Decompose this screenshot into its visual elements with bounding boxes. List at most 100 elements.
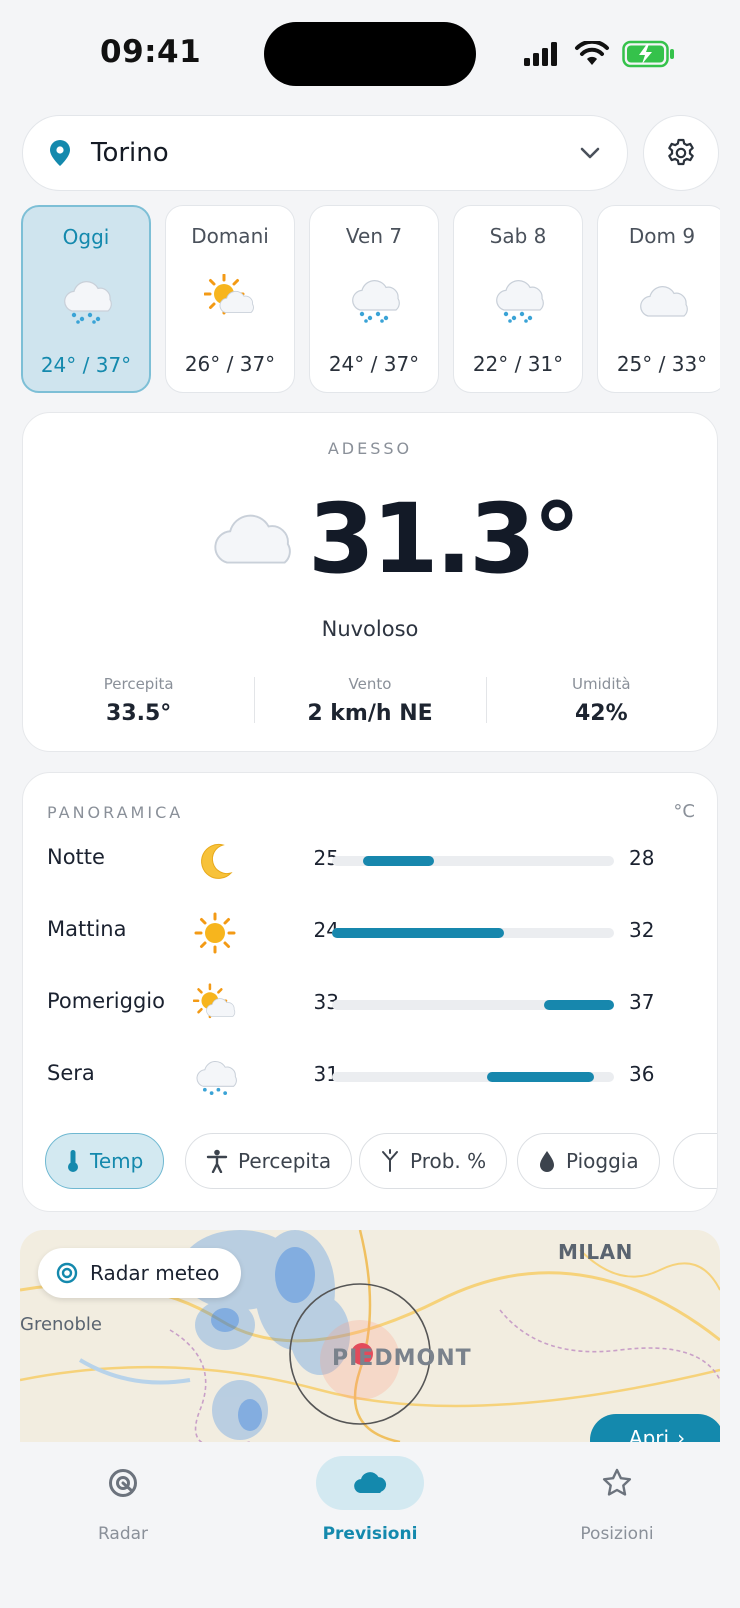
period-max: 37 [629,990,655,1014]
day-name: Domani [191,224,269,248]
cloud-icon [214,514,291,564]
chip-label: Prob. % [410,1149,487,1173]
period-min: 33 [313,990,339,1014]
status-icons [522,38,676,70]
stat-label: Umidità [572,675,631,693]
day-card-tomorrow[interactable]: Domani 26° / 37° [165,205,295,393]
chip-label: Pioggia [566,1149,639,1173]
chip-probability[interactable]: Prob. % [359,1133,508,1189]
radar-label-pill: Radar meteo [38,1248,242,1298]
cloud-icon [354,1472,387,1493]
day-temps: 25° / 33° [616,352,708,376]
battery-icon [622,40,674,68]
day-temps: 24° / 37° [328,352,420,376]
radar-map-card[interactable]: MILAN Grenoble PIEDMONT Radar meteo Apri… [20,1230,720,1442]
range-track [332,1000,614,1010]
overview-row-night: Notte 25 28 [23,829,717,889]
metric-chips[interactable]: Temp Percepita Prob. % Pioggia [45,1133,717,1191]
tab-forecast[interactable]: Previsioni [290,1456,450,1544]
chip-feels-like[interactable]: Percepita [185,1133,353,1189]
period-name: Notte [47,845,105,869]
sun-icon [194,912,236,954]
current-conditions-card: ADESSO 31.3° Nuvoloso Percepita 33.5° Ve… [22,412,718,752]
stat-value: 42% [574,701,628,726]
settings-button[interactable] [643,115,719,191]
chip-rain[interactable]: Pioggia [517,1133,660,1189]
tab-label: Posizioni [580,1524,654,1544]
chip-temp[interactable]: Temp [45,1133,165,1189]
range-fill [543,1000,614,1010]
period-min: 31 [313,1062,339,1086]
cloud-icon [640,286,688,317]
period-max: 28 [629,846,655,870]
overview-row-morning: Mattina 24 32 [23,901,717,961]
status-bar: 09:41 [0,0,740,100]
open-label: Apri [628,1426,670,1442]
overview-row-evening: Sera 31 36 [23,1045,717,1105]
bottom-tab-bar: Radar Previsioni Posizioni [0,1442,740,1608]
overview-card: PANORAMICA °C Notte 25 28 Mattina 24 32 … [22,772,718,1212]
status-time: 09:41 [100,34,202,70]
location-name: Torino [91,138,169,168]
period-max: 32 [629,918,655,942]
day-name: Sab 8 [489,224,547,248]
dynamic-island [264,22,476,86]
stat-wind: Vento 2 km/h NE [254,671,485,737]
chevron-down-icon [580,147,600,159]
range-fill [487,1072,595,1082]
wifi-icon [575,41,609,65]
stat-humidity: Umidità 42% [485,671,717,737]
day-card-sun[interactable]: Dom 9 25° / 33° [597,205,720,393]
radar-icon [109,1469,137,1497]
chip-label: Percepita [238,1149,332,1173]
moon-icon [201,843,233,879]
current-stats: Percepita 33.5° Vento 2 km/h NE Umidità … [23,671,717,737]
location-pin-icon [50,140,70,166]
radar-icon [56,1262,78,1284]
chip-label: Temp [90,1149,144,1173]
tab-label: Previsioni [322,1524,418,1544]
map-label-piedmont: PIEDMONT [332,1346,472,1371]
day-temps: 26° / 37° [184,352,276,376]
chip-more[interactable] [673,1133,717,1189]
day-name: Ven 7 [345,224,403,248]
range-track [332,928,614,938]
range-track [332,856,614,866]
day-temps: 22° / 31° [472,352,564,376]
location-selector[interactable]: Torino [22,115,628,191]
radar-pill-label: Radar meteo [90,1261,220,1285]
overview-row-afternoon: Pomeriggio 33 37 [23,973,717,1033]
tab-locations[interactable]: Posizioni [537,1456,697,1544]
period-name: Mattina [47,917,127,941]
rain-cloud-icon [496,280,544,323]
range-fill [363,856,434,866]
gear-icon [668,138,694,166]
day-name: Oggi [62,225,110,249]
period-min: 25 [313,846,339,870]
tab-radar[interactable]: Radar [43,1456,203,1544]
rain-cloud-icon [352,280,400,323]
day-card-sat[interactable]: Sab 8 22° / 31° [453,205,583,393]
day-card-fri[interactable]: Ven 7 24° / 37° [309,205,439,393]
stat-value: 33.5° [106,701,172,726]
range-track [332,1072,614,1082]
period-max: 36 [629,1062,655,1086]
umbrella-icon [382,1149,398,1172]
current-temperature: 31.3° [308,483,581,595]
current-description: Nuvoloso [321,617,419,641]
overview-title: PANORAMICA [47,803,184,822]
stat-value: 2 km/h NE [307,701,433,726]
day-name: Dom 9 [628,224,696,248]
rain-cloud-icon [196,1060,237,1095]
rain-cloud-icon [64,281,112,324]
sun-cloud-icon [193,983,236,1019]
period-name: Sera [47,1061,95,1085]
day-card-today[interactable]: Oggi 24° / 37° [21,205,151,393]
stat-feels-like: Percepita 33.5° [23,671,254,737]
map-label-grenoble: Grenoble [20,1314,102,1335]
open-radar-button[interactable]: Apri › [590,1414,720,1442]
daily-forecast-strip[interactable]: Oggi 24° / 37° Domani 26° / 37° Ven 7 24… [21,205,720,395]
day-temps: 24° / 37° [40,353,132,377]
drop-icon [540,1151,554,1172]
star-icon [602,1468,632,1496]
